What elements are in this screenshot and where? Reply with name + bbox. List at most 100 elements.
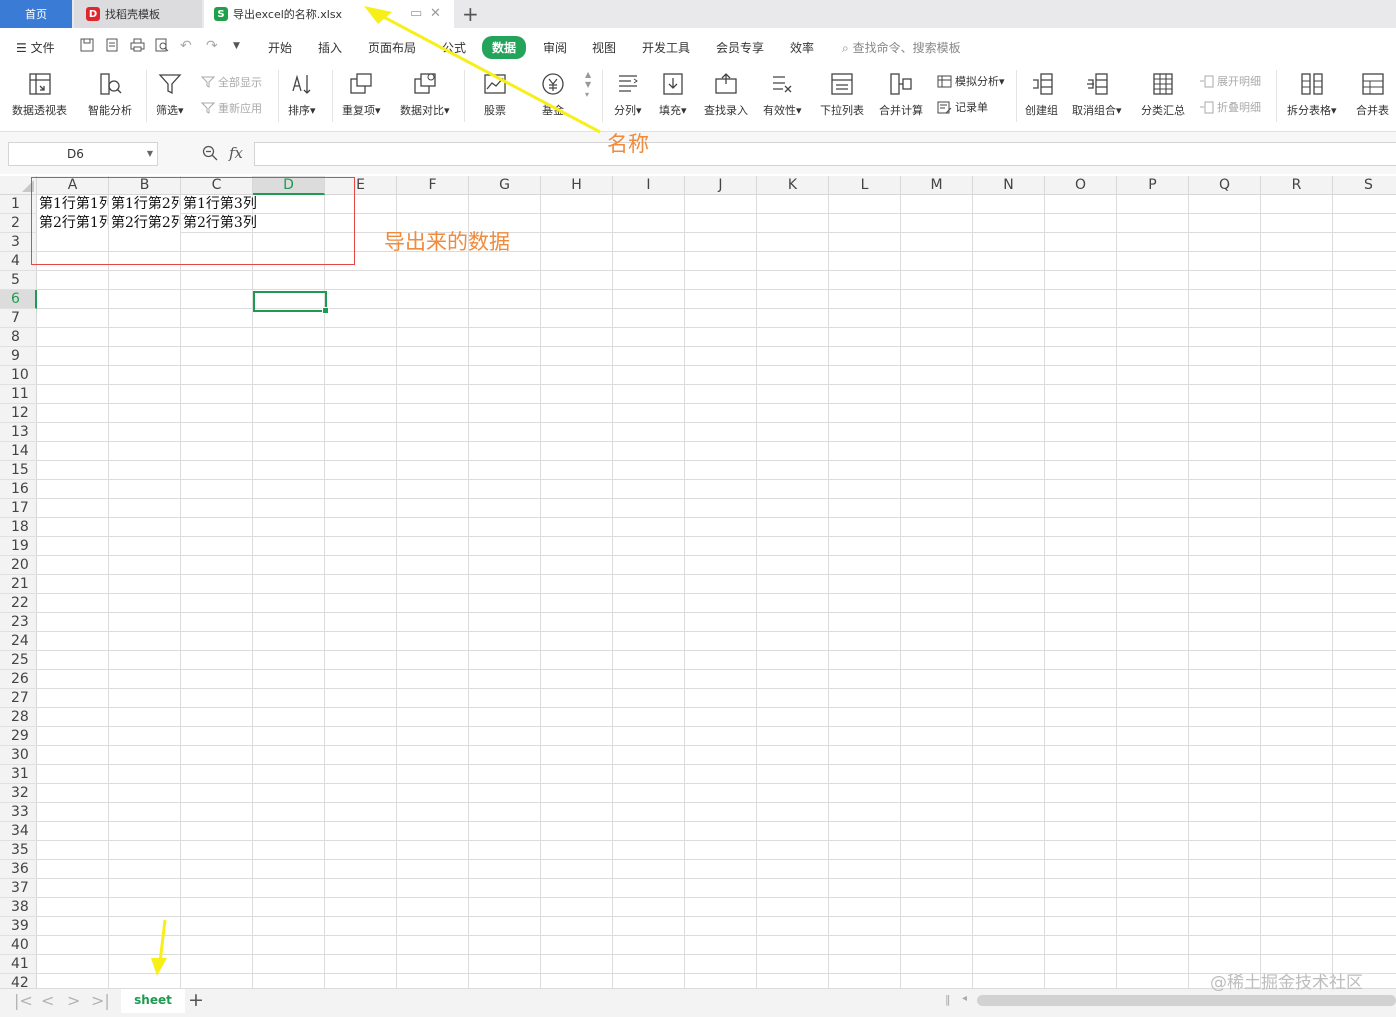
row-header[interactable]: 12 [0,404,37,423]
merge-calc-button[interactable]: 合并计算 [879,68,923,118]
pivot-table-button[interactable]: 数据透视表 [12,68,67,118]
scroll-left-icon[interactable]: ◂ [962,993,967,1004]
row-header[interactable]: 6 [0,290,37,309]
monitor-icon[interactable]: ▭ [410,6,422,21]
filter-button[interactable]: 筛选▾ [156,68,184,118]
active-cell-cursor[interactable] [253,291,329,314]
row-header[interactable]: 19 [0,537,37,556]
horizontal-scrollbar[interactable] [977,995,1396,1006]
zoom-search-icon[interactable] [202,145,218,164]
row-header[interactable]: 5 [0,271,37,290]
last-sheet-icon[interactable]: >| [91,991,110,1010]
menu-developer[interactable]: 开发工具 [642,39,690,56]
row-header[interactable]: 22 [0,594,37,613]
menu-member[interactable]: 会员专享 [716,39,764,56]
row-header[interactable]: 33 [0,803,37,822]
row-header[interactable]: 34 [0,822,37,841]
expand-detail-button[interactable]: 展开明细 [1199,73,1261,89]
merge-table-button[interactable]: 合并表 [1356,68,1389,118]
row-header[interactable]: 26 [0,670,37,689]
row-header[interactable]: 14 [0,442,37,461]
sheet-tab[interactable]: sheet [121,989,185,1013]
data-compare-button[interactable]: 数据对比▾ [400,68,450,118]
column-header[interactable]: G [469,176,541,195]
row-header[interactable]: 17 [0,499,37,518]
column-header[interactable]: J [685,176,757,195]
row-header[interactable]: 32 [0,784,37,803]
create-group-button[interactable]: 创建组 [1025,68,1058,118]
reapply-button[interactable]: 重新应用 [201,100,262,116]
row-header[interactable]: 13 [0,423,37,442]
tab-home[interactable]: 首页 [0,0,72,28]
command-search[interactable]: ⌕ 查找命令、搜索模板 [842,39,961,56]
menu-efficiency[interactable]: 效率 [790,39,814,56]
row-header[interactable]: 20 [0,556,37,575]
name-box[interactable]: D6 ▼ [8,142,158,166]
row-header[interactable]: 28 [0,708,37,727]
column-header[interactable]: F [397,176,469,195]
row-header[interactable]: 23 [0,613,37,632]
fill-button[interactable]: 填充▾ [659,68,687,118]
smart-analysis-button[interactable]: 智能分析 [88,68,132,118]
column-header[interactable]: P [1117,176,1189,195]
undo-icon[interactable]: ↶ [180,38,192,54]
row-header[interactable]: 16 [0,480,37,499]
name-box-dropdown-icon[interactable]: ▼ [147,143,153,165]
insert-function-icon[interactable]: fx [229,144,243,162]
menu-insert[interactable]: 插入 [318,39,342,56]
scroll-split-handle[interactable]: ‖ [945,993,951,1006]
print-icon[interactable] [130,38,145,56]
validity-button[interactable]: 有效性▾ [763,68,802,118]
add-sheet-icon[interactable]: + [188,989,204,1011]
row-header[interactable]: 30 [0,746,37,765]
row-header[interactable]: 31 [0,765,37,784]
row-header[interactable]: 10 [0,366,37,385]
fund-button[interactable]: 基金 [540,68,566,118]
first-sheet-icon[interactable]: |< [14,991,33,1010]
row-header[interactable]: 38 [0,898,37,917]
gallery-scroll[interactable]: ▲ ▼ ▾ [585,70,591,100]
row-header[interactable]: 40 [0,936,37,955]
dropdown-list-button[interactable]: 下拉列表 [820,68,864,118]
lookup-entry-button[interactable]: 查找录入 [704,68,748,118]
row-header[interactable]: 29 [0,727,37,746]
quick-access-dropdown-icon[interactable]: ▼ [233,41,240,51]
close-tab-icon[interactable]: ✕ [430,6,441,21]
menu-view[interactable]: 视图 [592,39,616,56]
row-header[interactable]: 25 [0,651,37,670]
stock-button[interactable]: 股票 [482,68,508,118]
ungroup-button[interactable]: 取消组合▾ [1072,68,1122,118]
column-header[interactable]: L [829,176,901,195]
column-header[interactable]: K [757,176,829,195]
column-header[interactable]: N [973,176,1045,195]
record-form-button[interactable]: 记录单 [937,99,988,115]
show-all-button[interactable]: 全部显示 [201,74,262,90]
duplicates-button[interactable]: 重复项▾ [342,68,381,118]
split-table-button[interactable]: 拆分表格▾ [1287,68,1337,118]
prev-sheet-icon[interactable]: < [41,991,54,1010]
menu-page-layout[interactable]: 页面布局 [368,39,416,56]
new-tab-icon[interactable]: + [462,2,479,26]
collapse-detail-button[interactable]: 折叠明细 [1199,99,1261,115]
tab-docer-templates[interactable]: D 找稻壳模板 [74,0,202,28]
export-pdf-icon[interactable] [105,38,119,56]
row-header[interactable]: 7 [0,309,37,328]
column-header[interactable]: O [1045,176,1117,195]
menu-review[interactable]: 审阅 [543,39,567,56]
print-preview-icon[interactable] [155,38,169,56]
row-header[interactable]: 39 [0,917,37,936]
row-header[interactable]: 24 [0,632,37,651]
row-header[interactable]: 37 [0,879,37,898]
row-header[interactable]: 18 [0,518,37,537]
row-header[interactable]: 11 [0,385,37,404]
row-header[interactable]: 42 [0,974,37,988]
row-header[interactable]: 21 [0,575,37,594]
redo-icon[interactable]: ↷ [206,38,218,54]
column-header[interactable]: R [1261,176,1333,195]
row-header[interactable]: 41 [0,955,37,974]
menu-formulas[interactable]: 公式 [442,39,466,56]
what-if-button[interactable]: 模拟分析 ▾ [937,73,1005,89]
column-header[interactable]: M [901,176,973,195]
row-header[interactable]: 36 [0,860,37,879]
column-header[interactable]: S [1333,176,1396,195]
